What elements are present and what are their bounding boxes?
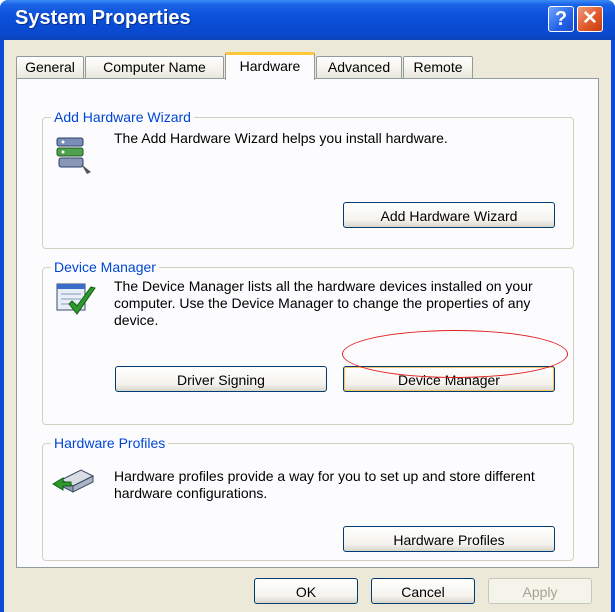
tab-remote[interactable]: Remote — [403, 56, 473, 78]
device-manager-group-label: Device Manager — [51, 259, 159, 275]
device-manager-button[interactable]: Device Manager — [343, 366, 555, 392]
add-hardware-icon — [56, 137, 91, 174]
title-bar[interactable]: System Properties ? ✕ — [0, 0, 615, 40]
hardware-profiles-group: Hardware Profiles Hardware profiles prov… — [42, 435, 574, 561]
close-icon: ✕ — [582, 8, 598, 29]
hardware-profiles-description: Hardware profiles provide a way for you … — [114, 468, 535, 501]
ok-button[interactable]: OK — [254, 578, 358, 604]
driver-signing-button[interactable]: Driver Signing — [115, 366, 327, 392]
add-hardware-group-label: Add Hardware Wizard — [51, 109, 194, 125]
device-manager-description: The Device Manager lists all the hardwar… — [114, 278, 533, 328]
device-manager-icon — [56, 283, 96, 315]
window-title: System Properties — [15, 7, 191, 29]
tab-general[interactable]: General — [16, 56, 84, 78]
add-hardware-description: The Add Hardware Wizard helps you instal… — [114, 130, 448, 146]
cancel-button[interactable]: Cancel — [371, 578, 475, 604]
hardware-profiles-group-label: Hardware Profiles — [51, 435, 169, 451]
dialog-client-area: General Computer Name Hardware Advanced … — [4, 40, 611, 612]
hardware-tab-panel: Add Hardware Wizard The Add Hardware Wiz… — [16, 78, 599, 568]
help-icon: ? — [554, 8, 568, 30]
hardware-profiles-button[interactable]: Hardware Profiles — [343, 526, 555, 552]
hardware-profiles-icon — [52, 469, 95, 493]
tab-advanced[interactable]: Advanced — [316, 56, 402, 78]
device-manager-group: Device Manager The Device Manager lists … — [42, 259, 574, 425]
tab-hardware[interactable]: Hardware — [225, 52, 315, 80]
close-button[interactable]: ✕ — [577, 6, 603, 32]
add-hardware-group: Add Hardware Wizard The Add Hardware Wiz… — [42, 109, 574, 249]
add-hardware-wizard-button[interactable]: Add Hardware Wizard — [343, 202, 555, 228]
tab-computer-name[interactable]: Computer Name — [85, 56, 224, 78]
system-properties-window: System Properties ? ✕ General Computer N… — [0, 0, 615, 612]
apply-button[interactable]: Apply — [488, 578, 592, 604]
help-button[interactable]: ? — [548, 6, 574, 32]
